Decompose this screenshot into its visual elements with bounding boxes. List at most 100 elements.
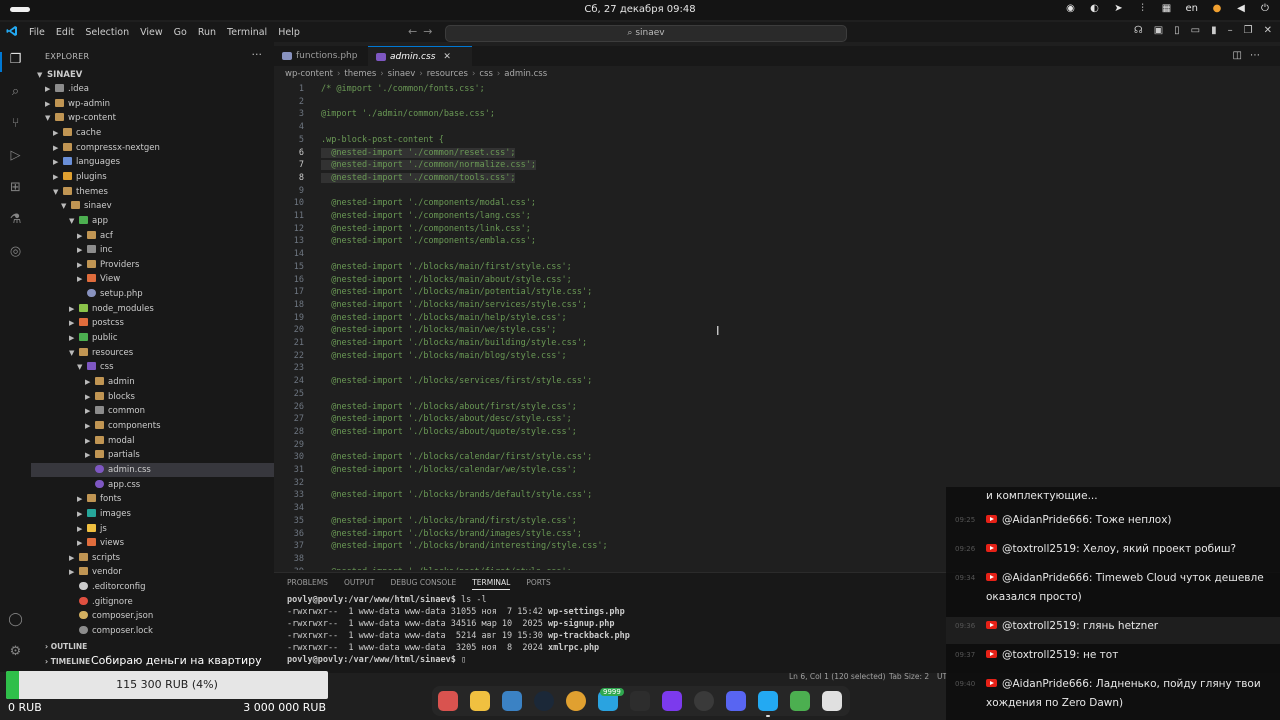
more-editor-actions-icon[interactable]: ⋯ <box>1250 50 1268 61</box>
keyboard-tray-icon[interactable]: ▦ <box>1162 3 1172 14</box>
code-line[interactable]: @nested-import './blocks/main/we/style.c… <box>321 325 556 335</box>
code-line[interactable]: @nested-import './blocks/post/first/styl… <box>321 567 572 570</box>
code-line[interactable]: @nested-import './blocks/main/potential/… <box>321 287 592 297</box>
volume-icon[interactable]: ◀ <box>1236 3 1246 14</box>
tab-output[interactable]: OUTPUT <box>344 578 375 590</box>
breadcrumb-item[interactable]: resources <box>427 69 468 79</box>
telegram-tray-icon[interactable]: ➤ <box>1114 3 1124 14</box>
menu-edit[interactable]: Edit <box>56 27 74 38</box>
menu-run[interactable]: Run <box>198 27 216 38</box>
trash-icon[interactable] <box>790 691 810 711</box>
tree-folder[interactable]: ▼ app <box>31 214 312 228</box>
minimize-icon[interactable]: – <box>1228 25 1233 36</box>
menu-view[interactable]: View <box>140 27 163 38</box>
code-line[interactable]: @nested-import './blocks/calendar/we/sty… <box>321 465 577 475</box>
tree-folder[interactable]: ▼ wp-content <box>31 111 288 125</box>
code-line[interactable]: @nested-import './blocks/services/first/… <box>321 376 592 386</box>
code-line[interactable]: @nested-import './blocks/main/services/s… <box>321 300 587 310</box>
tab-problems[interactable]: PROBLEMS <box>287 578 328 590</box>
chrome-icon[interactable] <box>566 691 586 711</box>
code-line[interactable]: @nested-import './blocks/about/desc/styl… <box>321 414 572 424</box>
layout-icon[interactable]: ▣ <box>1154 25 1163 36</box>
toggle-secondary-sidebar-icon[interactable]: ▮ <box>1211 25 1217 36</box>
code-line[interactable]: @nested-import './blocks/main/about/styl… <box>321 275 572 285</box>
source-control-icon[interactable]: ⑂ <box>7 116 24 133</box>
search-icon[interactable]: ⌕ <box>7 84 24 101</box>
app-grid-icon[interactable] <box>822 691 842 711</box>
split-editor-icon[interactable]: ◫ <box>1233 50 1250 61</box>
extensions-icon[interactable]: ⊞ <box>7 180 24 197</box>
back-arrow-icon[interactable]: ← <box>408 25 423 38</box>
vscode-icon[interactable] <box>758 691 778 717</box>
tree-folder[interactable]: ▶ node_modules <box>31 302 312 316</box>
tree-file[interactable]: composer.lock <box>31 624 312 638</box>
cursor-position[interactable]: Ln 6, Col 1 (120 selected) <box>789 672 886 681</box>
code-line[interactable]: @nested-import './blocks/main/blog/style… <box>321 351 566 361</box>
explorer-root[interactable]: ▼ SINAEV <box>37 68 82 82</box>
more-actions-icon[interactable]: ··· <box>252 48 263 61</box>
mixer-tray-icon[interactable]: ⫶ <box>1138 3 1148 14</box>
run-debug-icon[interactable]: ▷ <box>7 148 24 165</box>
tree-folder[interactable]: ▶ languages <box>31 155 296 169</box>
tab-ports[interactable]: PORTS <box>526 578 550 590</box>
testing-icon[interactable]: ⚗ <box>7 212 24 229</box>
code-line[interactable]: @nested-import './components/lang.css'; <box>321 211 531 221</box>
breadcrumb-item[interactable]: themes <box>344 69 376 79</box>
tab-admin-css[interactable]: admin.css ✕ <box>368 46 472 67</box>
code-line[interactable]: @nested-import './components/modal.css'; <box>321 198 536 208</box>
code-line[interactable]: @import './admin/common/base.css'; <box>321 109 495 119</box>
tree-file[interactable]: .editorconfig <box>31 580 312 594</box>
code-line[interactable]: @nested-import './common/tools.css'; <box>321 172 516 183</box>
tree-folder[interactable]: ▶ vendor <box>31 565 312 579</box>
rhythmbox-icon[interactable] <box>470 691 490 711</box>
microphone-icon[interactable]: ● <box>1212 3 1222 14</box>
files-icon[interactable] <box>438 691 458 711</box>
breadcrumb-item[interactable]: sinaev <box>388 69 416 79</box>
menu-go[interactable]: Go <box>174 27 187 38</box>
tree-folder[interactable]: ▼ themes <box>31 185 296 199</box>
code-line[interactable]: /* @import './common/fonts.css'; <box>321 84 485 94</box>
toggle-sidebar-icon[interactable]: ▯ <box>1174 25 1180 36</box>
breadcrumb-item[interactable]: wp-content <box>285 69 333 79</box>
menu-terminal[interactable]: Terminal <box>227 27 267 38</box>
tree-folder[interactable]: ▼ sinaev <box>31 199 304 213</box>
close-tab-icon[interactable]: ✕ <box>443 52 451 62</box>
tree-folder[interactable]: ▶ plugins <box>31 170 296 184</box>
code-line[interactable]: @nested-import './blocks/brand/first/sty… <box>321 516 577 526</box>
remote-explorer-icon[interactable]: ◎ <box>7 244 24 261</box>
tab-terminal[interactable]: TERMINAL <box>472 578 511 590</box>
code-line[interactable]: @nested-import './blocks/main/first/styl… <box>321 262 572 272</box>
code-line[interactable]: @nested-import './blocks/main/help/style… <box>321 313 566 323</box>
explorer-icon[interactable]: ❐ <box>7 52 24 69</box>
close-window-icon[interactable]: ✕ <box>1264 25 1272 36</box>
obs-icon[interactable] <box>694 691 714 711</box>
code-line[interactable]: @nested-import './blocks/brand/interesti… <box>321 541 607 551</box>
obsidian-icon[interactable] <box>662 691 682 711</box>
tree-folder[interactable]: ▶ postcss <box>31 316 312 330</box>
toggle-panel-icon[interactable]: ▭ <box>1191 25 1200 36</box>
code-line[interactable]: @nested-import './components/embla.css'; <box>321 236 536 246</box>
sync-tray-icon[interactable]: ◐ <box>1090 3 1100 14</box>
account-icon[interactable]: ◯ <box>7 612 24 629</box>
forward-arrow-icon[interactable]: → <box>423 25 438 38</box>
menu-help[interactable]: Help <box>278 27 300 38</box>
tree-folder[interactable]: ▶ compressx-nextgen <box>31 141 296 155</box>
code-line[interactable]: @nested-import './blocks/about/first/sty… <box>321 402 577 412</box>
tree-folder[interactable]: ▶ .idea <box>31 82 288 96</box>
copilot-icon[interactable]: ☊ <box>1134 25 1143 36</box>
discord-icon[interactable] <box>726 691 746 711</box>
text-editor-icon[interactable] <box>502 691 522 711</box>
steam-icon[interactable] <box>534 691 554 711</box>
tree-folder[interactable]: ▶ public <box>31 331 312 345</box>
tree-folder[interactable]: ▼ resources <box>31 346 312 360</box>
command-center-search[interactable]: ⌕ sinaev <box>445 25 847 42</box>
tree-folder[interactable]: ▶ cache <box>31 126 296 140</box>
outline-section[interactable]: › OUTLINE <box>45 642 87 651</box>
tab-debug-console[interactable]: DEBUG CONSOLE <box>391 578 457 590</box>
code-line[interactable]: @nested-import './blocks/calendar/first/… <box>321 452 592 462</box>
keyboard-layout[interactable]: en <box>1186 3 1199 14</box>
tab-size[interactable]: Tab Size: 2 <box>889 672 929 681</box>
breadcrumb-item[interactable]: admin.css <box>504 69 547 79</box>
tree-folder[interactable]: ▶ wp-admin <box>31 97 288 111</box>
terminal-icon[interactable] <box>630 691 650 711</box>
